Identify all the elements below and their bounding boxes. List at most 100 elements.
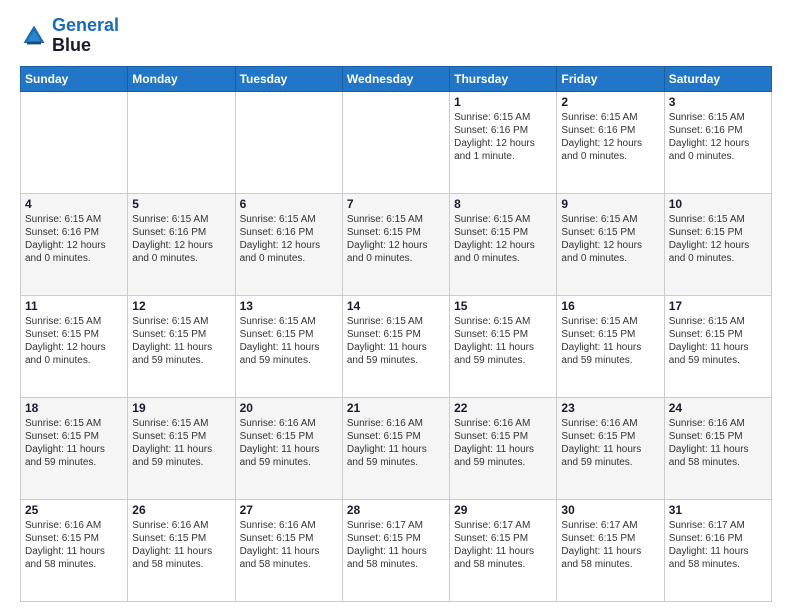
day-info: Sunrise: 6:15 AM Sunset: 6:15 PM Dayligh… [454,315,552,367]
calendar-header-row: SundayMondayTuesdayWednesdayThursdayFrid… [21,66,772,91]
calendar-cell: 22 Sunrise: 6:16 AM Sunset: 6:15 PM Dayli… [450,397,557,499]
calendar-day-header: Monday [128,66,235,91]
calendar-week-row: 18 Sunrise: 6:15 AM Sunset: 6:15 PM Dayli… [21,397,772,499]
calendar-cell: 27 Sunrise: 6:16 AM Sunset: 6:15 PM Dayli… [235,499,342,601]
day-info: Sunrise: 6:17 AM Sunset: 6:15 PM Dayligh… [347,519,445,571]
day-info: Sunrise: 6:15 AM Sunset: 6:15 PM Dayligh… [669,315,767,367]
day-number: 16 [561,299,659,313]
day-number: 24 [669,401,767,415]
calendar-cell: 12 Sunrise: 6:15 AM Sunset: 6:15 PM Dayli… [128,295,235,397]
day-info: Sunrise: 6:16 AM Sunset: 6:15 PM Dayligh… [454,417,552,469]
calendar-cell: 28 Sunrise: 6:17 AM Sunset: 6:15 PM Dayli… [342,499,449,601]
day-info: Sunrise: 6:15 AM Sunset: 6:16 PM Dayligh… [25,213,123,265]
day-number: 8 [454,197,552,211]
calendar-table: SundayMondayTuesdayWednesdayThursdayFrid… [20,66,772,602]
calendar-cell: 10 Sunrise: 6:15 AM Sunset: 6:15 PM Dayli… [664,193,771,295]
day-info: Sunrise: 6:15 AM Sunset: 6:15 PM Dayligh… [132,417,230,469]
calendar-cell: 6Sunrise: 6:15 AM Sunset: 6:16 PM Daylig… [235,193,342,295]
header: General Blue [20,16,772,56]
calendar-cell: 30 Sunrise: 6:17 AM Sunset: 6:15 PM Dayli… [557,499,664,601]
day-info: Sunrise: 6:15 AM Sunset: 6:15 PM Dayligh… [669,213,767,265]
day-number: 22 [454,401,552,415]
day-number: 21 [347,401,445,415]
day-number: 25 [25,503,123,517]
day-info: Sunrise: 6:15 AM Sunset: 6:16 PM Dayligh… [669,111,767,163]
calendar-cell: 11Sunrise: 6:15 AM Sunset: 6:15 PM Dayli… [21,295,128,397]
day-number: 15 [454,299,552,313]
calendar-cell: 19Sunrise: 6:15 AM Sunset: 6:15 PM Dayli… [128,397,235,499]
calendar-cell: 15 Sunrise: 6:15 AM Sunset: 6:15 PM Dayli… [450,295,557,397]
day-info: Sunrise: 6:15 AM Sunset: 6:15 PM Dayligh… [347,213,445,265]
calendar-week-row: 11Sunrise: 6:15 AM Sunset: 6:15 PM Dayli… [21,295,772,397]
day-info: Sunrise: 6:16 AM Sunset: 6:15 PM Dayligh… [240,519,338,571]
calendar-cell: 21 Sunrise: 6:16 AM Sunset: 6:15 PM Dayli… [342,397,449,499]
calendar-day-header: Friday [557,66,664,91]
day-info: Sunrise: 6:16 AM Sunset: 6:15 PM Dayligh… [347,417,445,469]
calendar-cell [128,91,235,193]
day-info: Sunrise: 6:16 AM Sunset: 6:15 PM Dayligh… [240,417,338,469]
day-number: 23 [561,401,659,415]
day-number: 28 [347,503,445,517]
day-number: 26 [132,503,230,517]
calendar-cell: 14Sunrise: 6:15 AM Sunset: 6:15 PM Dayli… [342,295,449,397]
calendar-cell: 1 Sunrise: 6:15 AM Sunset: 6:16 PM Daylig… [450,91,557,193]
day-number: 20 [240,401,338,415]
day-number: 7 [347,197,445,211]
calendar-week-row: 25 Sunrise: 6:16 AM Sunset: 6:15 PM Dayli… [21,499,772,601]
calendar-cell: 31 Sunrise: 6:17 AM Sunset: 6:16 PM Dayli… [664,499,771,601]
day-number: 9 [561,197,659,211]
day-number: 13 [240,299,338,313]
day-info: Sunrise: 6:15 AM Sunset: 6:15 PM Dayligh… [25,417,123,469]
page: General Blue SundayMondayTuesdayWednesda… [0,0,792,612]
day-info: Sunrise: 6:15 AM Sunset: 6:16 PM Dayligh… [561,111,659,163]
calendar-day-header: Saturday [664,66,771,91]
day-info: Sunrise: 6:15 AM Sunset: 6:15 PM Dayligh… [347,315,445,367]
day-number: 29 [454,503,552,517]
day-info: Sunrise: 6:15 AM Sunset: 6:16 PM Dayligh… [454,111,552,163]
calendar-cell: 26 Sunrise: 6:16 AM Sunset: 6:15 PM Dayli… [128,499,235,601]
day-info: Sunrise: 6:17 AM Sunset: 6:15 PM Dayligh… [454,519,552,571]
calendar-cell: 29 Sunrise: 6:17 AM Sunset: 6:15 PM Dayli… [450,499,557,601]
calendar-cell: 20 Sunrise: 6:16 AM Sunset: 6:15 PM Dayli… [235,397,342,499]
day-number: 4 [25,197,123,211]
day-number: 5 [132,197,230,211]
calendar-cell: 24Sunrise: 6:16 AM Sunset: 6:15 PM Dayli… [664,397,771,499]
calendar-cell [21,91,128,193]
day-info: Sunrise: 6:15 AM Sunset: 6:15 PM Dayligh… [240,315,338,367]
calendar-cell [342,91,449,193]
day-number: 31 [669,503,767,517]
calendar-cell: 25 Sunrise: 6:16 AM Sunset: 6:15 PM Dayli… [21,499,128,601]
calendar-day-header: Thursday [450,66,557,91]
calendar-day-header: Tuesday [235,66,342,91]
day-info: Sunrise: 6:15 AM Sunset: 6:15 PM Dayligh… [132,315,230,367]
calendar-cell: 5Sunrise: 6:15 AM Sunset: 6:16 PM Daylig… [128,193,235,295]
day-number: 27 [240,503,338,517]
day-info: Sunrise: 6:15 AM Sunset: 6:15 PM Dayligh… [561,213,659,265]
calendar-week-row: 4 Sunrise: 6:15 AM Sunset: 6:16 PM Daylig… [21,193,772,295]
calendar-cell [235,91,342,193]
calendar-cell: 16 Sunrise: 6:15 AM Sunset: 6:15 PM Dayli… [557,295,664,397]
calendar-day-header: Wednesday [342,66,449,91]
day-number: 3 [669,95,767,109]
logo-icon [20,22,48,50]
calendar-cell: 13 Sunrise: 6:15 AM Sunset: 6:15 PM Dayli… [235,295,342,397]
day-info: Sunrise: 6:16 AM Sunset: 6:15 PM Dayligh… [132,519,230,571]
day-info: Sunrise: 6:16 AM Sunset: 6:15 PM Dayligh… [561,417,659,469]
day-info: Sunrise: 6:17 AM Sunset: 6:15 PM Dayligh… [561,519,659,571]
calendar-cell: 18 Sunrise: 6:15 AM Sunset: 6:15 PM Dayli… [21,397,128,499]
day-number: 6 [240,197,338,211]
day-number: 18 [25,401,123,415]
day-number: 30 [561,503,659,517]
calendar-week-row: 1 Sunrise: 6:15 AM Sunset: 6:16 PM Daylig… [21,91,772,193]
day-info: Sunrise: 6:16 AM Sunset: 6:15 PM Dayligh… [25,519,123,571]
day-number: 1 [454,95,552,109]
day-info: Sunrise: 6:15 AM Sunset: 6:15 PM Dayligh… [561,315,659,367]
calendar-cell: 2Sunrise: 6:15 AM Sunset: 6:16 PM Daylig… [557,91,664,193]
day-number: 10 [669,197,767,211]
day-number: 17 [669,299,767,313]
day-info: Sunrise: 6:15 AM Sunset: 6:15 PM Dayligh… [454,213,552,265]
day-info: Sunrise: 6:17 AM Sunset: 6:16 PM Dayligh… [669,519,767,571]
calendar-day-header: Sunday [21,66,128,91]
day-number: 12 [132,299,230,313]
calendar-cell: 9 Sunrise: 6:15 AM Sunset: 6:15 PM Daylig… [557,193,664,295]
